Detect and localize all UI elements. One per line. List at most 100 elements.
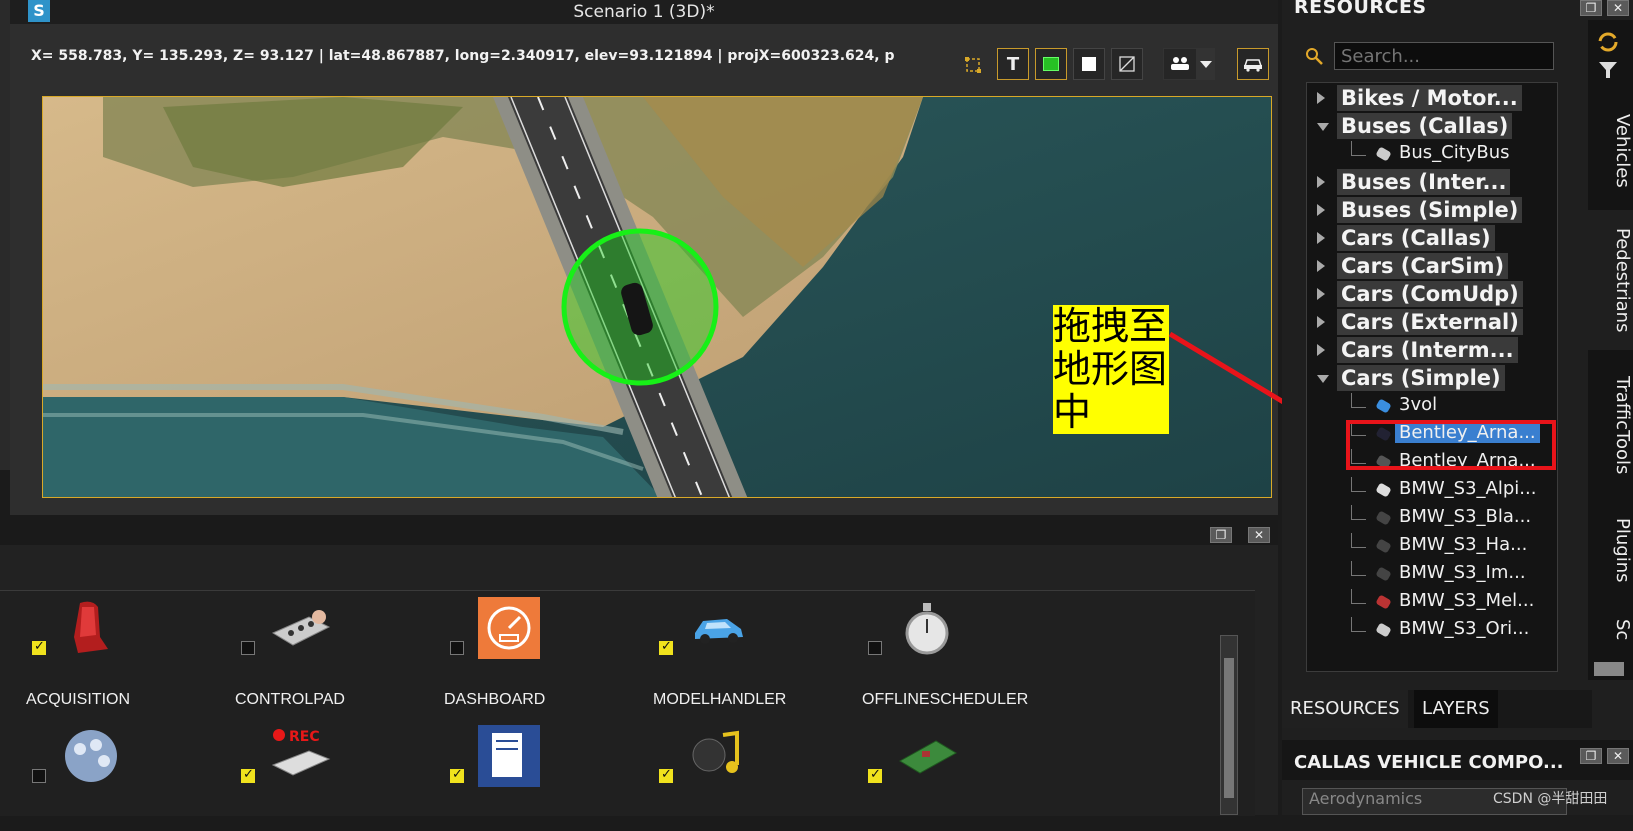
tree-category[interactable]: Buses (Callas) (1313, 113, 1551, 141)
vehicle-icon (1375, 566, 1392, 582)
network-globe-icon (60, 725, 122, 787)
tab-vehicles[interactable]: Vehicles (1588, 96, 1633, 206)
vehicle-icon (1375, 622, 1392, 638)
tree-category[interactable]: Cars (Interm... (1313, 337, 1551, 365)
crop-icon[interactable] (964, 56, 982, 74)
close-icon[interactable]: ✕ (1248, 527, 1270, 543)
plugin-checkbox[interactable] (659, 639, 673, 655)
chevron-right-icon[interactable] (1317, 260, 1325, 272)
chevron-down-icon[interactable] (1317, 375, 1329, 383)
scrollbar-thumb[interactable] (1224, 658, 1234, 798)
tab-resources[interactable]: RESOURCES (1282, 690, 1408, 728)
tree-category[interactable]: Buses (Inter... (1313, 169, 1551, 197)
search-input[interactable] (1334, 42, 1554, 70)
text-icon: T (1006, 53, 1020, 75)
scroll-down-icon[interactable] (1594, 662, 1624, 676)
plugin-checkbox[interactable] (868, 641, 882, 655)
filter-icon[interactable] (1596, 58, 1620, 82)
tree-line (1351, 141, 1366, 156)
camera-mode-button[interactable] (1163, 48, 1197, 80)
vehicle-icon (1375, 538, 1392, 554)
tree-item[interactable]: Bus_CityBus (1351, 141, 1551, 169)
annotation-callout: 拖拽至地形图中 (1053, 304, 1169, 434)
tree-line (1351, 393, 1366, 408)
white-square-button[interactable] (1073, 48, 1105, 80)
tree-line (1351, 477, 1366, 492)
callas-panel-title: CALLAS VEHICLE COMPO... (1294, 752, 1564, 773)
tab-plugins[interactable]: Plugins (1588, 495, 1633, 605)
diagonal-square-button[interactable] (1111, 48, 1143, 80)
chevron-right-icon[interactable] (1317, 288, 1325, 300)
tree-line (1351, 505, 1366, 520)
plugin-modelhandler[interactable]: MODELHANDLER (653, 593, 859, 708)
tree-category[interactable]: Cars (Simple) (1313, 365, 1551, 393)
tab-layers[interactable]: LAYERS (1414, 690, 1498, 728)
plugin-label: ACQUISITION (26, 691, 131, 708)
tab-scenario[interactable]: Sc (1588, 610, 1633, 650)
chevron-right-icon[interactable] (1317, 204, 1325, 216)
chevron-right-icon[interactable] (1317, 344, 1325, 356)
plugin-checkbox[interactable] (868, 767, 882, 783)
close-icon[interactable]: ✕ (1607, 748, 1629, 764)
plugin-acquisition[interactable]: ACQUISITION (26, 593, 232, 708)
dashboard-gauge-icon (478, 597, 540, 659)
plugin-checkbox[interactable] (450, 767, 464, 783)
tree-item[interactable]: BMW_S3_Alpi... (1351, 477, 1551, 505)
tree-item[interactable]: BMW_S3_Ori... (1351, 617, 1551, 645)
tab-pedestrians[interactable]: Pedestrians (1588, 210, 1633, 350)
close-icon[interactable]: ✕ (1607, 0, 1629, 16)
chevron-right-icon[interactable] (1317, 92, 1325, 104)
chevron-right-icon[interactable] (1317, 232, 1325, 244)
tree-item[interactable]: BMW_S3_Ha... (1351, 533, 1551, 561)
camera-mode-dropdown[interactable] (1197, 48, 1215, 80)
plugin-checkbox[interactable] (659, 767, 673, 783)
refresh-icon[interactable] (1596, 30, 1620, 54)
tree-item[interactable]: BMW_S3_Mel... (1351, 589, 1551, 617)
music-note-icon (687, 725, 749, 787)
plugin-checkbox[interactable] (32, 769, 46, 783)
tree-category[interactable]: Cars (CarSim) (1313, 253, 1551, 281)
dropdown-arrow-icon (1200, 60, 1212, 68)
restore-icon[interactable]: ❐ (1210, 527, 1232, 543)
tab-traffictools[interactable]: TrafficTools (1588, 360, 1633, 490)
plugin-scrollbar[interactable] (1220, 635, 1238, 815)
restore-icon[interactable]: ❐ (1580, 748, 1602, 764)
plugin-offlinescheduler[interactable]: OFFLINESCHEDULER (862, 593, 1068, 708)
tree-item[interactable]: BMW_S3_Im... (1351, 561, 1551, 589)
tree-category[interactable]: Buses (Simple) (1313, 197, 1551, 225)
terrain-map (43, 97, 1271, 497)
chevron-right-icon[interactable] (1317, 316, 1325, 328)
tree-category[interactable]: Cars (Callas) (1313, 225, 1551, 253)
text-toggle-button[interactable]: T (997, 48, 1029, 80)
terrain-3d-viewport[interactable] (42, 96, 1272, 498)
window-title: Scenario 1 (3D)* (573, 2, 715, 22)
plugin-controlpad[interactable]: CONTROLPAD (235, 593, 441, 708)
plugin-checkbox[interactable] (32, 639, 46, 655)
tree-category[interactable]: Cars (External) (1313, 309, 1551, 337)
restore-icon[interactable]: ❐ (1580, 0, 1602, 16)
plugin-checkbox[interactable] (241, 767, 255, 783)
green-square-button[interactable] (1035, 48, 1067, 80)
diagonal-square-icon (1119, 56, 1135, 72)
circuit-board-icon (896, 725, 958, 787)
plugin-checkbox[interactable] (450, 641, 464, 655)
chevron-down-icon[interactable] (1317, 123, 1329, 131)
vehicle-view-button[interactable] (1237, 48, 1269, 80)
plugin-dashboard[interactable]: DASHBOARD (444, 593, 650, 708)
blue-car-icon (687, 597, 749, 659)
car-seat-icon (60, 597, 122, 659)
scenario-3d-window: S Scenario 1 (3D)* X= 558.783, Y= 135.29… (10, 0, 1278, 515)
plugin-label: DASHBOARD (444, 691, 546, 708)
window-title-bar: S Scenario 1 (3D)* (10, 0, 1278, 24)
tree-category[interactable]: Bikes / Motor... (1313, 85, 1551, 113)
tree-category[interactable]: Cars (ComUdp) (1313, 281, 1551, 309)
chevron-right-icon[interactable] (1317, 176, 1325, 188)
tree-line (1351, 561, 1366, 576)
tree-item[interactable]: 3vol (1351, 393, 1551, 421)
plugin-checkbox[interactable] (241, 641, 255, 655)
control-pad-icon (269, 597, 331, 659)
coordinates-readout: X= 558.783, Y= 135.293, Z= 93.127 | lat=… (31, 48, 895, 64)
tree-item[interactable]: BMW_S3_Bla... (1351, 505, 1551, 533)
resources-panel: RESOURCES ❐ ✕ Bikes / Motor... Buses (Ca… (1282, 0, 1633, 815)
vehicle-icon (1375, 146, 1392, 162)
